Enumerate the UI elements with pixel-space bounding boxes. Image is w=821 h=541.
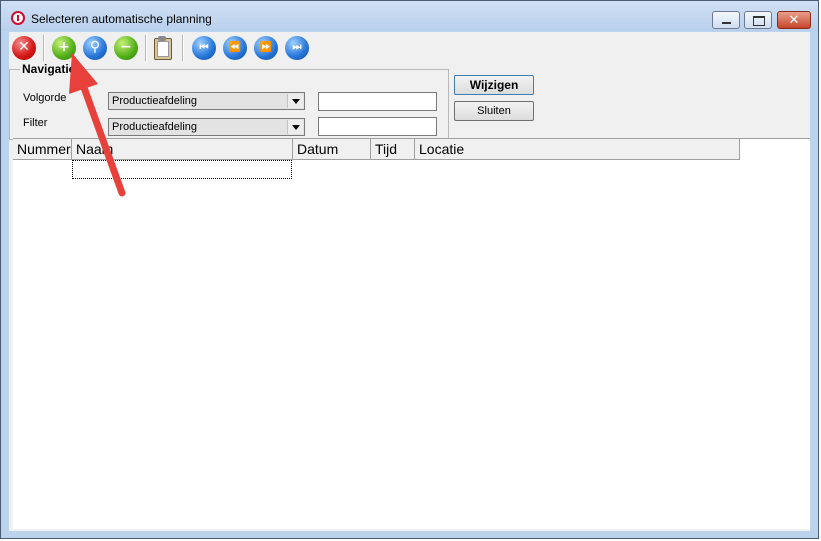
annotation-arrow-shaft	[78, 78, 126, 197]
annotation-arrow-head	[69, 53, 98, 94]
annotation-arrow	[69, 53, 126, 197]
